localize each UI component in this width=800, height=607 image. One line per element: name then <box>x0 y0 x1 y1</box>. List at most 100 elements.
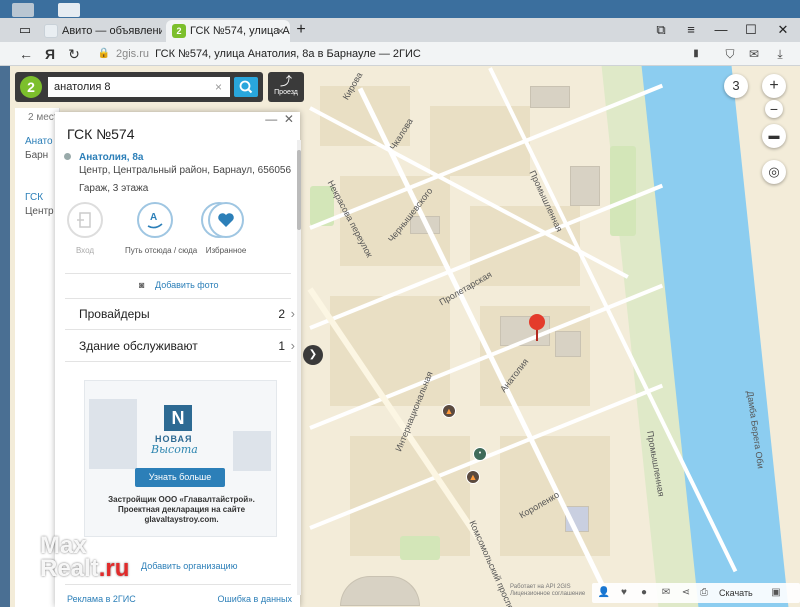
window-close-icon[interactable]: ✕ <box>768 18 798 42</box>
messages-icon[interactable]: ✉ <box>744 44 764 64</box>
desktop-left-edge <box>0 66 10 607</box>
route-button[interactable]: ⤴ Проезд <box>268 72 304 102</box>
2gis-logo[interactable]: 2 <box>20 76 42 98</box>
watermark-ru: .ru <box>98 555 130 582</box>
ad-building-image <box>233 431 271 471</box>
copyright-line[interactable]: Лицензионное соглашение <box>510 591 585 598</box>
building <box>530 86 570 108</box>
action-label: Путь отсюда / сюда <box>125 246 198 255</box>
window-minimize-icon[interactable]: — <box>706 18 736 42</box>
chevron-right-icon: › <box>290 306 295 321</box>
ad-banner[interactable]: N НОВАЯ Высота Узнать больше Застройщик … <box>84 380 277 537</box>
search-clear-icon[interactable]: × <box>215 77 229 97</box>
geolocation-icon[interactable]: ◎ <box>762 160 786 184</box>
mail-icon[interactable]: ✉ <box>658 585 674 601</box>
ad-learn-more-button[interactable]: Узнать больше <box>135 468 225 487</box>
tab-close-icon[interactable]: × <box>277 20 284 42</box>
address-bar: ← Я ↻ 🔒 2gis.ru ГСК №574, улица Анатолия… <box>0 42 800 66</box>
fire-station-icon[interactable]: ▲ <box>442 404 456 418</box>
favorite-button[interactable]: Избранное <box>196 202 256 255</box>
tab-label: ГСК №574, улица Анатол <box>190 25 290 37</box>
collapse-panel-icon[interactable]: ❯ <box>303 345 323 365</box>
location-pin-icon[interactable] <box>526 312 548 342</box>
heart-icon[interactable]: ♥ <box>616 585 632 601</box>
copyright-line[interactable]: Работает на API 2GIS <box>510 584 585 591</box>
window-bookmarks-icon[interactable]: ⧉ <box>646 18 676 42</box>
tab-label: Авито — объявления в Ба <box>62 25 162 37</box>
print-icon[interactable]: ⎙ <box>696 585 712 601</box>
card-collapse-icon[interactable]: — ✕ <box>265 112 294 126</box>
action-label: Избранное <box>205 246 247 255</box>
download-icon[interactable]: ⤓ <box>770 44 790 64</box>
ad-line: Проектная декларация на сайте <box>117 505 246 514</box>
address-link[interactable]: Анатолия, 8а <box>79 152 143 163</box>
window-maximize-icon[interactable]: ☐ <box>736 18 766 42</box>
user-icon[interactable]: 👤 <box>596 585 612 601</box>
building <box>555 331 581 357</box>
app-badge-icon[interactable]: ▣ <box>768 585 784 601</box>
entrance-button: Вход <box>55 202 115 255</box>
tab-bar: ▭ Авито — объявления в Ба 2 ГСК №574, ул… <box>0 18 800 42</box>
address-full: Центр, Центральный район, Барнаул, 65605… <box>79 165 292 176</box>
zoom-in-button[interactable]: + <box>762 74 786 98</box>
scrollbar-thumb[interactable] <box>297 150 301 230</box>
divider <box>65 584 291 585</box>
share-icon[interactable]: ⋖ <box>678 585 694 601</box>
desktop-recycle-icon[interactable] <box>12 3 34 17</box>
advertise-link[interactable]: Реклама в 2ГИС <box>67 594 136 604</box>
ad-brand-script: Высота <box>151 443 198 456</box>
building-info: Гараж, 3 этажа <box>79 183 149 194</box>
url-title: ГСК №574, улица Анатолия, 8а в Барнауле … <box>155 48 421 60</box>
sidebar-toggle-icon[interactable]: ▭ <box>10 18 40 42</box>
search-icon <box>239 80 253 94</box>
search-input[interactable] <box>48 77 230 97</box>
poi-marker-icon[interactable]: • <box>473 447 487 461</box>
search-button[interactable] <box>234 77 258 97</box>
route-from-to-button[interactable]: A Путь отсюда / сюда <box>125 202 198 255</box>
back-button[interactable]: ← <box>16 42 36 66</box>
result-title[interactable]: Анато <box>25 136 53 147</box>
divider <box>65 273 291 274</box>
chat-icon[interactable]: ● <box>636 585 652 601</box>
yandex-button[interactable]: Я <box>40 42 60 66</box>
route-label: Проезд <box>274 89 298 96</box>
avito-favicon-icon <box>44 24 58 38</box>
report-error-link[interactable]: Ошибка в данных <box>218 594 293 604</box>
add-photo-link[interactable]: Добавить фото <box>155 280 219 290</box>
zoom-out-button[interactable]: − <box>765 100 783 118</box>
new-tab-button[interactable]: + <box>286 18 316 42</box>
ruler-icon[interactable]: ▬ <box>762 124 786 148</box>
window-menu-icon[interactable]: ≡ <box>676 18 706 42</box>
tab-avito[interactable]: Авито — объявления в Ба <box>38 20 162 42</box>
providers-row[interactable]: Провайдеры 2 › <box>79 306 295 321</box>
park-area <box>400 536 440 560</box>
heart-icon <box>208 202 244 238</box>
divider <box>65 361 291 362</box>
add-organization-link[interactable]: Добавить организацию <box>141 561 237 571</box>
desktop-file-icon[interactable] <box>58 3 80 17</box>
result-address: Барн <box>25 150 49 161</box>
building <box>570 166 600 206</box>
watermark-line1: Max <box>40 532 87 559</box>
url-host: 2gis.ru <box>116 48 150 60</box>
watermark-line2: Realt.ru <box>40 555 130 582</box>
result-title[interactable]: ГСК <box>25 192 43 203</box>
ad-logo: N <box>164 405 192 431</box>
results-count: 2 мест <box>28 112 59 123</box>
protect-icon[interactable]: ⛉ <box>720 44 740 64</box>
2gis-favicon-icon: 2 <box>172 24 186 38</box>
park-area <box>610 146 636 236</box>
result-address: Центр <box>25 206 54 217</box>
building-services-row[interactable]: Здание обслуживают 1 › <box>79 338 295 353</box>
watermark-realt: Realt <box>40 555 99 582</box>
bookmark-icon[interactable]: ▮ <box>686 44 706 64</box>
divider <box>65 329 291 330</box>
action-label: Вход <box>75 246 95 255</box>
route-icon: ⤴ <box>279 74 292 88</box>
reload-button[interactable]: ↻ <box>64 42 84 66</box>
ad-building-image <box>89 399 137 469</box>
fire-station-icon[interactable]: ▲ <box>466 470 480 484</box>
tab-2gis[interactable]: 2 ГСК №574, улица Анатол × <box>166 20 290 42</box>
url-field[interactable]: 2gis.ru ГСК №574, улица Анатолия, 8а в Б… <box>116 46 421 62</box>
download-app-link[interactable]: Скачать <box>719 585 753 601</box>
